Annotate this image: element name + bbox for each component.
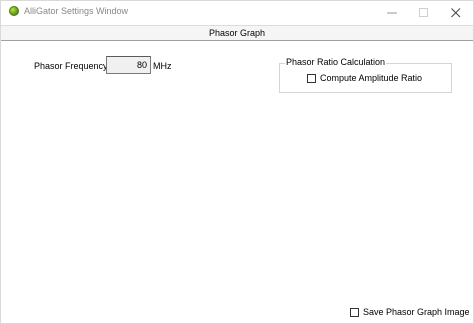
compute-amplitude-ratio-label: Compute Amplitude Ratio <box>320 73 423 83</box>
compute-amplitude-ratio-checkbox[interactable]: Compute Amplitude Ratio <box>307 73 422 83</box>
alligator-app-icon <box>9 6 19 16</box>
save-phasor-graph-image-checkbox[interactable]: Save Phasor Graph Image <box>350 307 470 317</box>
phasor-frequency-label: Phasor Frequency <box>34 61 108 71</box>
settings-window: AlliGator Settings Window Phasor Graph P… <box>0 0 474 324</box>
phasor-graph-header: Phasor Graph <box>1 25 473 41</box>
close-icon <box>451 8 461 18</box>
maximize-icon <box>419 8 428 17</box>
title-bar[interactable]: AlliGator Settings Window <box>1 1 473 24</box>
phasor-frequency-unit: MHz <box>153 61 172 71</box>
minimize-icon <box>387 12 397 14</box>
save-phasor-graph-image-label: Save Phasor Graph Image <box>363 307 470 317</box>
phasor-frequency-input[interactable] <box>106 56 151 74</box>
window-title: AlliGator Settings Window <box>24 6 129 16</box>
checkbox-box[interactable] <box>350 307 359 317</box>
checkbox-box[interactable] <box>307 73 316 83</box>
phasor-ratio-legend: Phasor Ratio Calculation <box>285 57 387 67</box>
maximize-button[interactable] <box>406 1 442 24</box>
minimize-button[interactable] <box>374 1 410 24</box>
close-button[interactable] <box>438 1 474 24</box>
